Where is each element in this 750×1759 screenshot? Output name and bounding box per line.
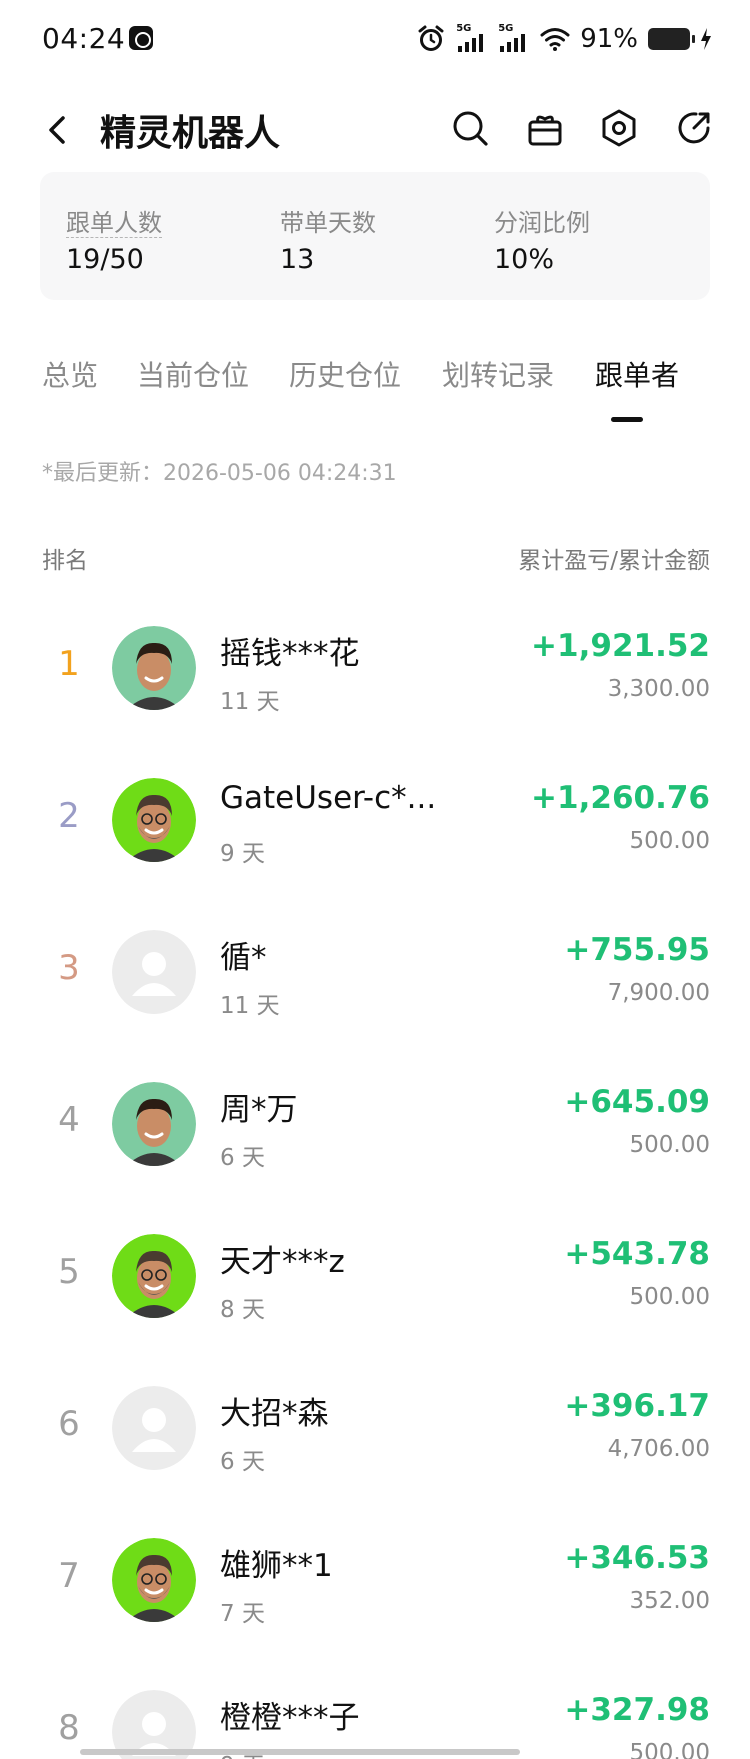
follower-days: 6 天 [220,1449,265,1475]
follower-row[interactable]: 2 GateUser-c*... 9 天 +1,260.76 500.00 [0,758,750,908]
stat-followers: 跟单人数 19/50 [66,208,162,276]
column-header-rank: 排名 [42,548,88,574]
rank-number: 8 [58,1708,80,1748]
app-header: 精灵机器人 [0,90,750,170]
tab-current-positions[interactable]: 当前仓位 [137,354,249,394]
rank-number: 1 [58,644,80,684]
back-arrow-icon[interactable] [36,108,80,152]
share-icon[interactable] [672,106,716,150]
status-bar: 04:24 5G 5G 91% [0,0,750,78]
follower-row[interactable]: 6 大招*森 6 天 +396.17 4,706.00 [0,1366,750,1516]
stat-followers-value: 19/50 [66,244,144,275]
rank-number: 6 [58,1404,80,1444]
follower-name: 循* [220,940,267,976]
follower-row[interactable]: 4 周*万 6 天 +645.09 500.00 [0,1062,750,1212]
status-icons: 5G 5G 91% [416,22,712,56]
follower-name: 周*万 [220,1092,298,1128]
last-updated-text: *最后更新：2026-05-06 04:24:31 [42,461,397,486]
cumulative-pnl: +327.98 [564,1692,710,1728]
stat-followers-label[interactable]: 跟单人数 [66,209,162,238]
avatar-smiling-man-teal[interactable] [112,1082,196,1166]
stat-profit-share-label: 分润比例 [494,209,590,237]
tab-history-positions[interactable]: 历史仓位 [289,354,401,394]
follower-row[interactable]: 7 雄狮**1 7 天 +346.53 352.00 [0,1518,750,1668]
app-notification-icon [129,26,153,50]
tab-followers[interactable]: 跟单者 [595,354,679,394]
stat-days-label: 带单天数 [280,209,376,237]
rank-number: 5 [58,1252,80,1292]
rank-number: 2 [58,796,80,836]
tab-bar: 总览 当前仓位 历史仓位 划转记录 跟单者 [42,354,742,424]
cellular-signal-icon: 5G [456,23,488,54]
follower-name: GateUser-c*... [220,780,437,816]
follower-name: 橙橙***子 [220,1700,360,1736]
follower-row[interactable]: 8橙橙***子9 天+327.98500.00 [0,1670,750,1759]
follower-days: 11 天 [220,689,280,715]
column-header-pnl: 累计盈亏/累计金额 [518,548,710,574]
stats-card: 跟单人数 19/50 带单天数 13 分润比例 10% [40,172,710,300]
status-time: 04:24 [42,22,126,55]
avatar-bearded-man-green[interactable] [112,778,196,862]
follower-days: 9 天 [220,841,265,867]
avatar-bearded-man-green[interactable] [112,1538,196,1622]
cumulative-pnl: +396.17 [564,1388,710,1424]
battery-percent: 91% [580,24,638,54]
avatar-smiling-man-teal[interactable] [112,626,196,710]
follower-days: 7 天 [220,1601,265,1627]
cumulative-amount: 500.00 [629,828,710,854]
follower-row[interactable]: 5 天才***z 8 天 +543.78 500.00 [0,1214,750,1364]
follower-name: 大招*森 [220,1396,329,1432]
cumulative-amount: 500.00 [629,1132,710,1158]
cumulative-pnl: +1,260.76 [531,780,710,816]
follower-name: 雄狮**1 [220,1548,333,1584]
stat-profit-share: 分润比例 10% [494,208,590,276]
stat-days-value: 13 [280,244,315,275]
cumulative-amount: 7,900.00 [607,980,710,1006]
settings-hexagon-icon[interactable] [597,106,641,150]
alarm-icon [418,25,444,51]
cumulative-pnl: +346.53 [564,1540,710,1576]
cumulative-amount: 4,706.00 [607,1436,710,1462]
rank-number: 4 [58,1100,80,1140]
follower-row[interactable]: 3 循* 11 天 +755.95 7,900.00 [0,910,750,1060]
follower-days: 6 天 [220,1145,265,1171]
follower-row[interactable]: 1 摇钱***花 11 天 +1,921.52 3,300.00 [0,606,750,756]
battery-icon [648,28,695,50]
stat-profit-share-value: 10% [494,244,555,275]
cumulative-amount: 500.00 [629,1284,710,1310]
cumulative-pnl: +645.09 [564,1084,710,1120]
follower-days: 11 天 [220,993,280,1019]
page-title: 精灵机器人 [100,113,281,154]
cumulative-amount: 3,300.00 [607,676,710,702]
wifi-icon [540,28,570,51]
tab-transfer-records[interactable]: 划转记录 [442,354,554,394]
search-icon[interactable] [448,106,492,150]
cumulative-amount: 352.00 [629,1588,710,1614]
follower-days: 8 天 [220,1297,265,1323]
follower-name: 摇钱***花 [220,636,360,672]
cumulative-pnl: +543.78 [564,1236,710,1272]
cellular-signal-icon-2: 5G [498,23,530,54]
charging-icon [701,28,711,50]
home-indicator [80,1749,520,1755]
cumulative-pnl: +1,921.52 [531,628,710,664]
avatar-bearded-man-green[interactable] [112,1234,196,1318]
follower-name: 天才***z [220,1244,345,1280]
tab-overview[interactable]: 总览 [42,354,98,394]
gift-icon[interactable] [523,106,567,150]
cumulative-amount: 500.00 [629,1740,710,1759]
stat-days: 带单天数 13 [280,208,376,276]
cumulative-pnl: +755.95 [564,932,710,968]
avatar-default[interactable] [112,1386,196,1470]
active-tab-indicator [611,417,643,422]
rank-number: 3 [58,948,80,988]
rank-number: 7 [58,1556,80,1596]
avatar-default[interactable] [112,930,196,1014]
